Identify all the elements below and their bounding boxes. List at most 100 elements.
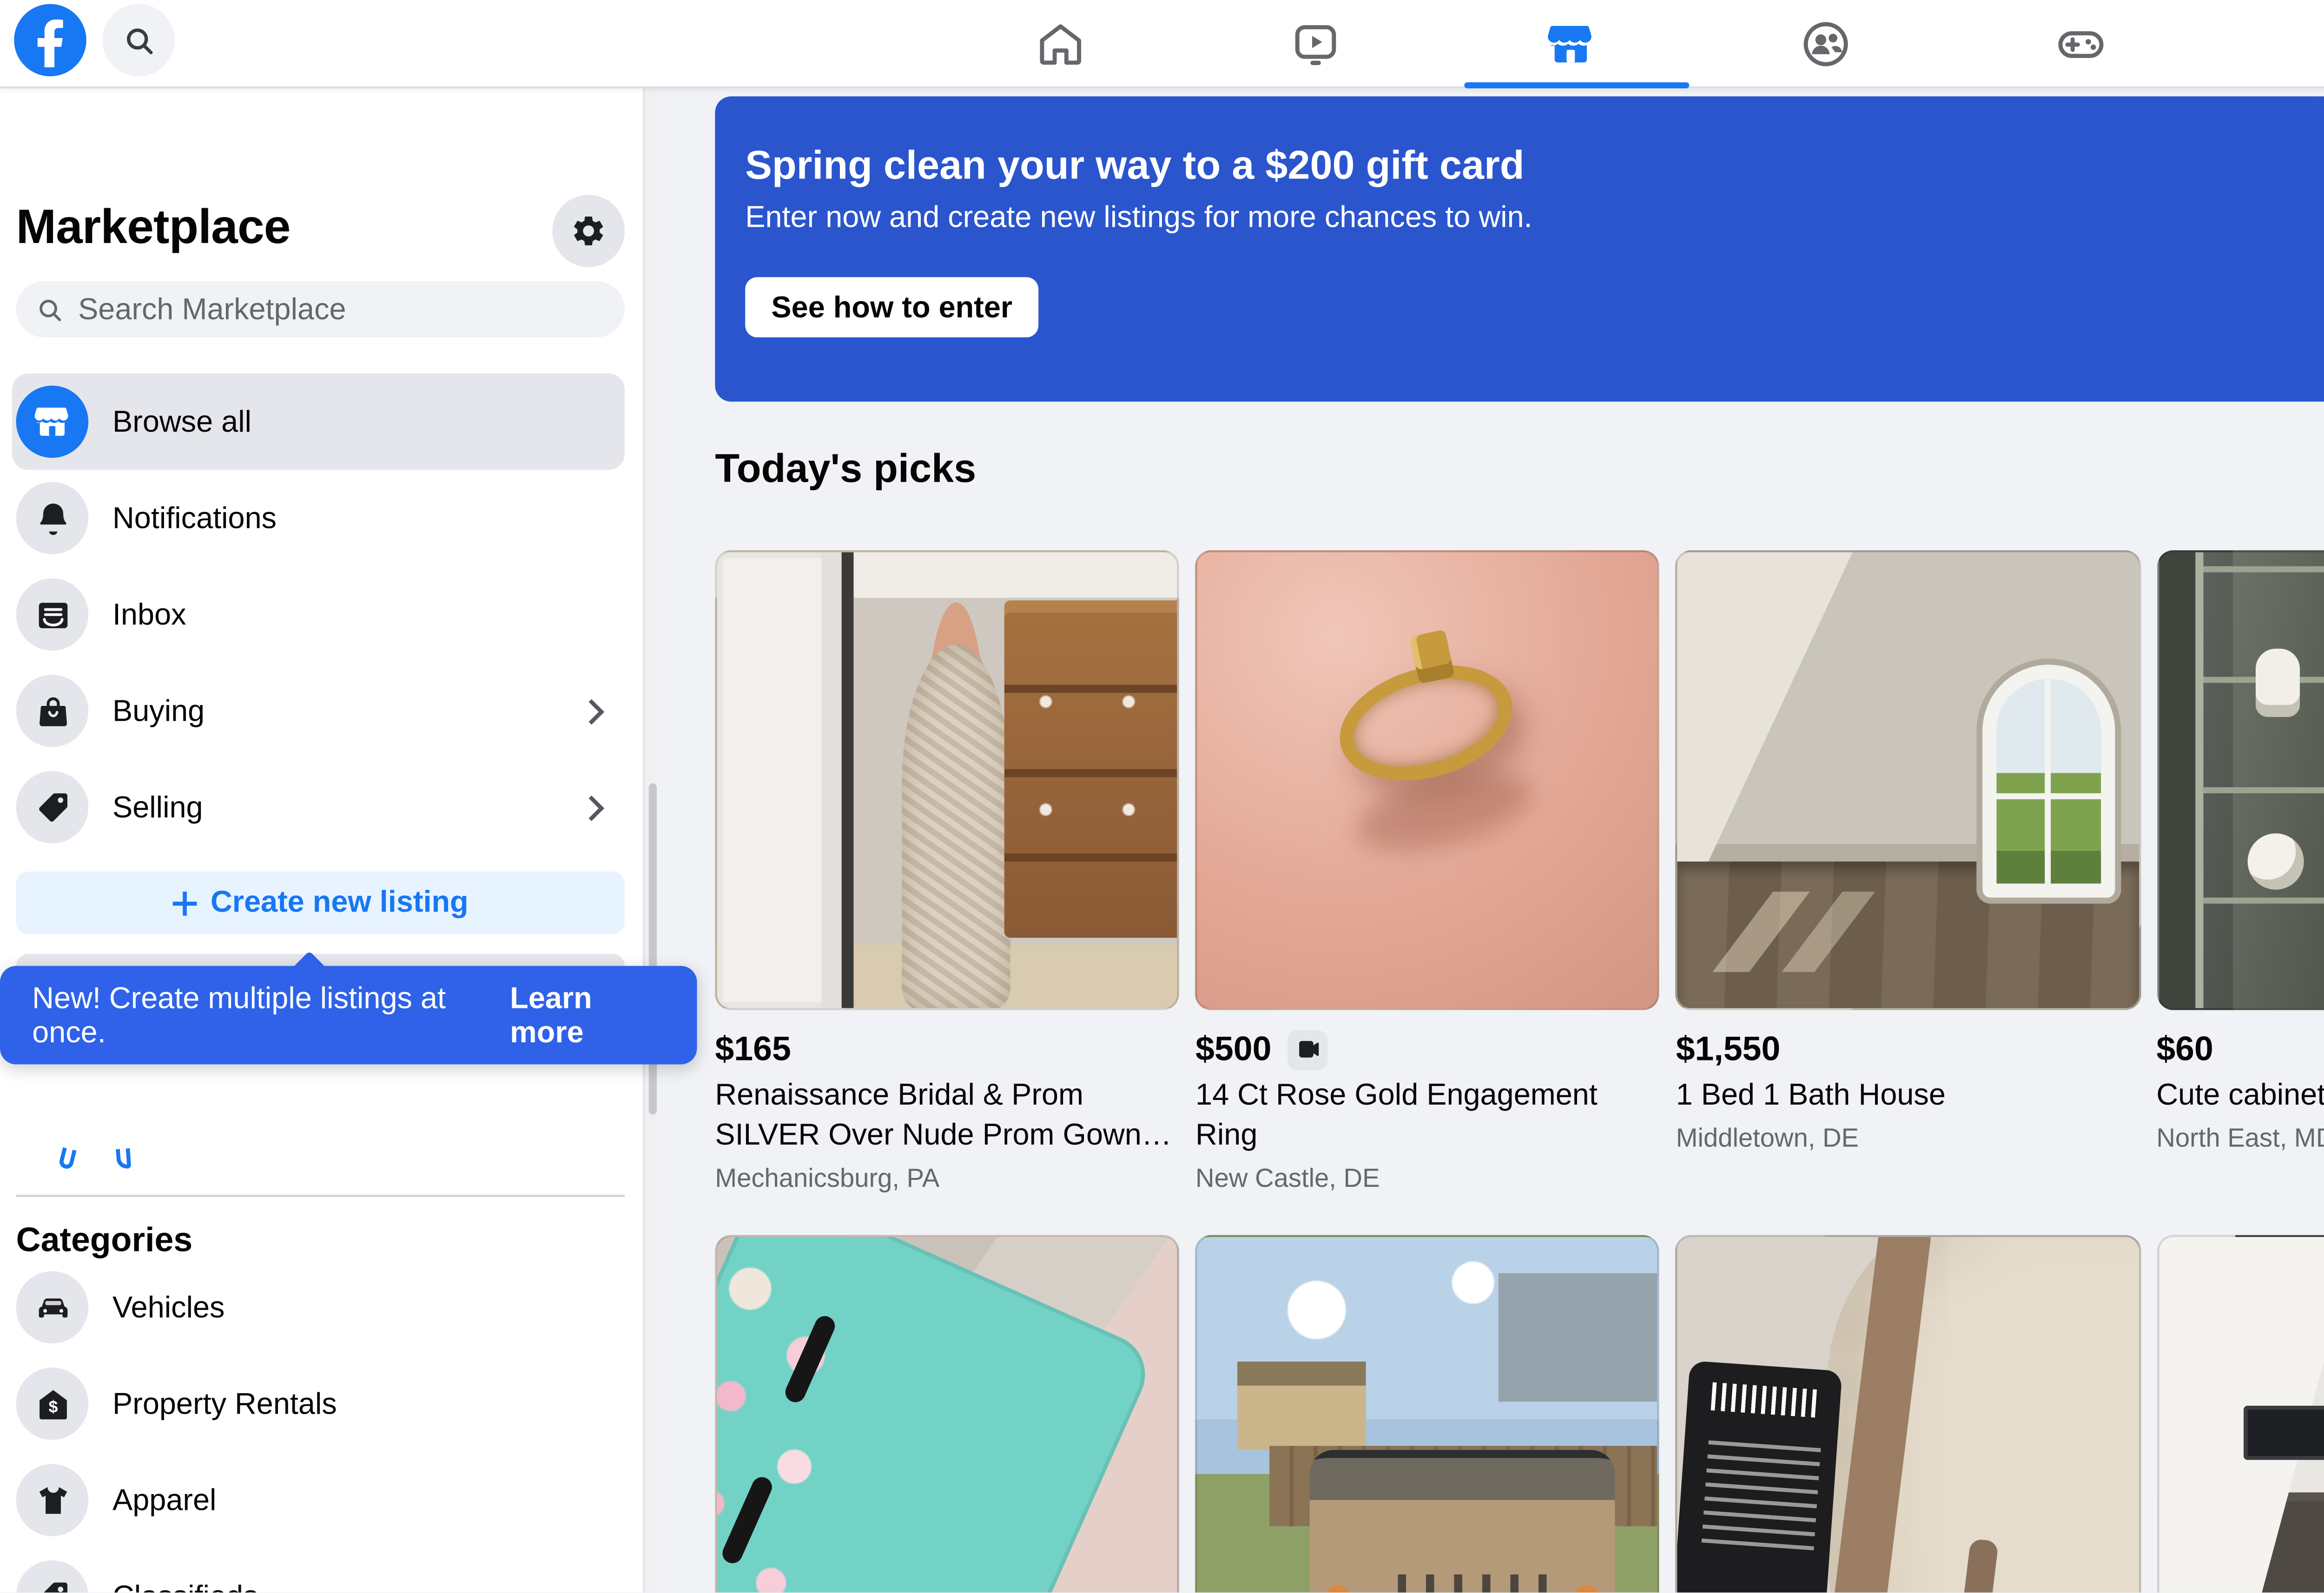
listing-location: Mechanicsburg, PA — [715, 1161, 1179, 1197]
category-label: Property Rentals — [112, 1387, 337, 1421]
listing-image-backpack[interactable] — [1676, 1235, 2140, 1593]
listing-price: $60 — [2156, 1028, 2213, 1071]
obscured-link-fragment — [58, 1147, 77, 1170]
tab-video[interactable] — [1187, 0, 1442, 88]
see-how-to-enter-button[interactable]: See how to enter — [745, 277, 1038, 337]
groups-icon — [1799, 18, 1851, 70]
category-vehicles[interactable]: Vehicles — [16, 1259, 625, 1356]
banner-subtitle: Enter now and create new listings for mo… — [745, 201, 1532, 235]
listing-title: Renaissance Bridal & Prom SILVER Over Nu… — [715, 1076, 1179, 1157]
facebook-logo[interactable] — [14, 4, 86, 77]
listing-image-suv[interactable] — [1195, 1235, 1660, 1593]
listing-image-cabinet[interactable] — [2156, 550, 2324, 1010]
category-label: Vehicles — [112, 1290, 224, 1324]
listing-image-gold-ring[interactable] — [1195, 550, 1660, 1010]
listing-location: North East, MD — [2156, 1120, 2324, 1157]
listing-location: New Castle, DE — [1195, 1161, 1660, 1197]
listing-image-prom-gown[interactable] — [715, 550, 1179, 1010]
listings-row-1: $165 Renaissance Bridal & Prom SILVER Ov… — [715, 550, 2324, 1197]
svg-text:$: $ — [47, 1396, 57, 1415]
video-badge — [1287, 1029, 1327, 1069]
categories-heading: Categories — [16, 1221, 193, 1261]
listing-card[interactable]: $60 Cute cabinet North East, MD — [2156, 550, 2324, 1197]
sidebar-item-notifications[interactable]: Notifications — [16, 470, 625, 566]
listing-card[interactable] — [1676, 1235, 2140, 1593]
plus-icon — [172, 891, 197, 915]
sidebar-scrollbar[interactable] — [643, 88, 657, 1593]
listing-card[interactable] — [715, 1235, 1179, 1593]
listing-card[interactable] — [1195, 1235, 1660, 1593]
facebook-f-icon — [14, 4, 86, 77]
listing-title: 1 Bed 1 Bath House — [1676, 1076, 2140, 1116]
sidebar-menu: Browse all Notifications — [16, 374, 625, 856]
facebook-marketplace-page: 2 Marketplace — [0, 0, 2324, 1593]
sidebar-item-label: Selling — [112, 790, 203, 824]
category-classifieds[interactable]: Classifieds — [16, 1548, 625, 1593]
marketplace-settings-button[interactable] — [552, 195, 625, 267]
sidebar-divider — [16, 1195, 625, 1197]
listing-price: $500 — [1195, 1028, 1271, 1071]
scrollbar-thumb[interactable] — [648, 783, 656, 1114]
active-tab-indicator — [1464, 82, 1689, 88]
marketplace-search-input[interactable] — [78, 292, 605, 326]
search-icon — [36, 294, 64, 324]
sidebar-item-label: Inbox — [112, 598, 186, 632]
storefront-icon — [16, 386, 89, 458]
tab-groups[interactable] — [1697, 0, 1953, 88]
listing-title: Cute cabinet — [2156, 1076, 2324, 1116]
create-new-listing-label: Create new listing — [211, 886, 469, 920]
listing-card[interactable]: $1,550 1 Bed 1 Bath House Middletown, DE — [1676, 550, 2140, 1197]
tab-home[interactable] — [932, 0, 1187, 88]
car-icon — [16, 1271, 89, 1343]
sidebar-item-inbox[interactable]: Inbox — [16, 566, 625, 663]
listing-location: Middletown, DE — [1676, 1120, 2140, 1157]
header-search-button[interactable] — [102, 4, 175, 77]
house-dollar-icon: $ — [16, 1368, 89, 1440]
sidebar-item-label: Notifications — [112, 501, 277, 535]
new-feature-tooltip[interactable]: New! Create multiple listings at once. L… — [0, 966, 697, 1065]
gear-icon — [568, 211, 608, 251]
sidebar-item-browse-all[interactable]: Browse all — [12, 374, 625, 470]
inbox-tray-icon — [16, 579, 89, 651]
category-property-rentals[interactable]: $ Property Rentals — [16, 1356, 625, 1452]
listing-card[interactable] — [2156, 1235, 2324, 1593]
obscured-link-fragment — [116, 1148, 131, 1169]
category-apparel[interactable]: Apparel — [16, 1452, 625, 1548]
listing-image-house-interior[interactable] — [1676, 550, 2140, 1010]
listing-title: 14 Ct Rose Gold Engagement Ring — [1195, 1076, 1660, 1157]
listing-image-living-room[interactable] — [2156, 1235, 2324, 1593]
banner-title: Spring clean your way to a $200 gift car… — [745, 145, 1524, 191]
listings-row-2 — [715, 1235, 2324, 1593]
main-content: Spring clean your way to a $200 gift car… — [657, 88, 2324, 1593]
listing-price: $165 — [715, 1028, 791, 1071]
listing-price: $1,550 — [1676, 1028, 1781, 1071]
shopping-bag-icon — [16, 675, 89, 747]
search-icon — [121, 23, 155, 57]
page-title: Marketplace — [16, 201, 290, 257]
bell-icon — [16, 482, 89, 554]
price-tag-icon — [16, 771, 89, 843]
category-label: Classifieds — [112, 1580, 258, 1593]
header-tabs — [932, 0, 2207, 88]
promo-banner: Spring clean your way to a $200 gift car… — [715, 96, 2324, 402]
chevron-right-icon — [579, 698, 604, 724]
categories-list: Vehicles $ Property Rentals Apparel — [16, 1259, 625, 1593]
price-tag-icon — [16, 1560, 89, 1593]
sidebar-item-selling[interactable]: Selling — [16, 759, 625, 856]
listing-card[interactable]: $165 Renaissance Bridal & Prom SILVER Ov… — [715, 550, 1179, 1197]
category-label: Apparel — [112, 1483, 216, 1517]
listing-card[interactable]: $500 14 Ct Rose Gold Engagement Ring New… — [1195, 550, 1660, 1197]
t-shirt-icon — [16, 1464, 89, 1536]
chevron-right-icon — [579, 795, 604, 820]
sidebar-item-buying[interactable]: Buying — [16, 663, 625, 759]
top-nav-bar: 2 — [0, 0, 2324, 88]
tab-gaming[interactable] — [1952, 0, 2207, 88]
tab-marketplace[interactable] — [1442, 0, 1697, 88]
marketplace-search-bar[interactable] — [16, 281, 625, 337]
create-new-listing-button[interactable]: Create new listing — [16, 872, 625, 934]
video-camera-icon — [1294, 1036, 1320, 1062]
video-watch-icon — [1288, 18, 1340, 70]
listing-image-nintendo-switch[interactable] — [715, 1235, 1179, 1593]
learn-more-link[interactable]: Learn more — [510, 981, 665, 1049]
tooltip-text: New! Create multiple listings at once. — [32, 981, 500, 1049]
